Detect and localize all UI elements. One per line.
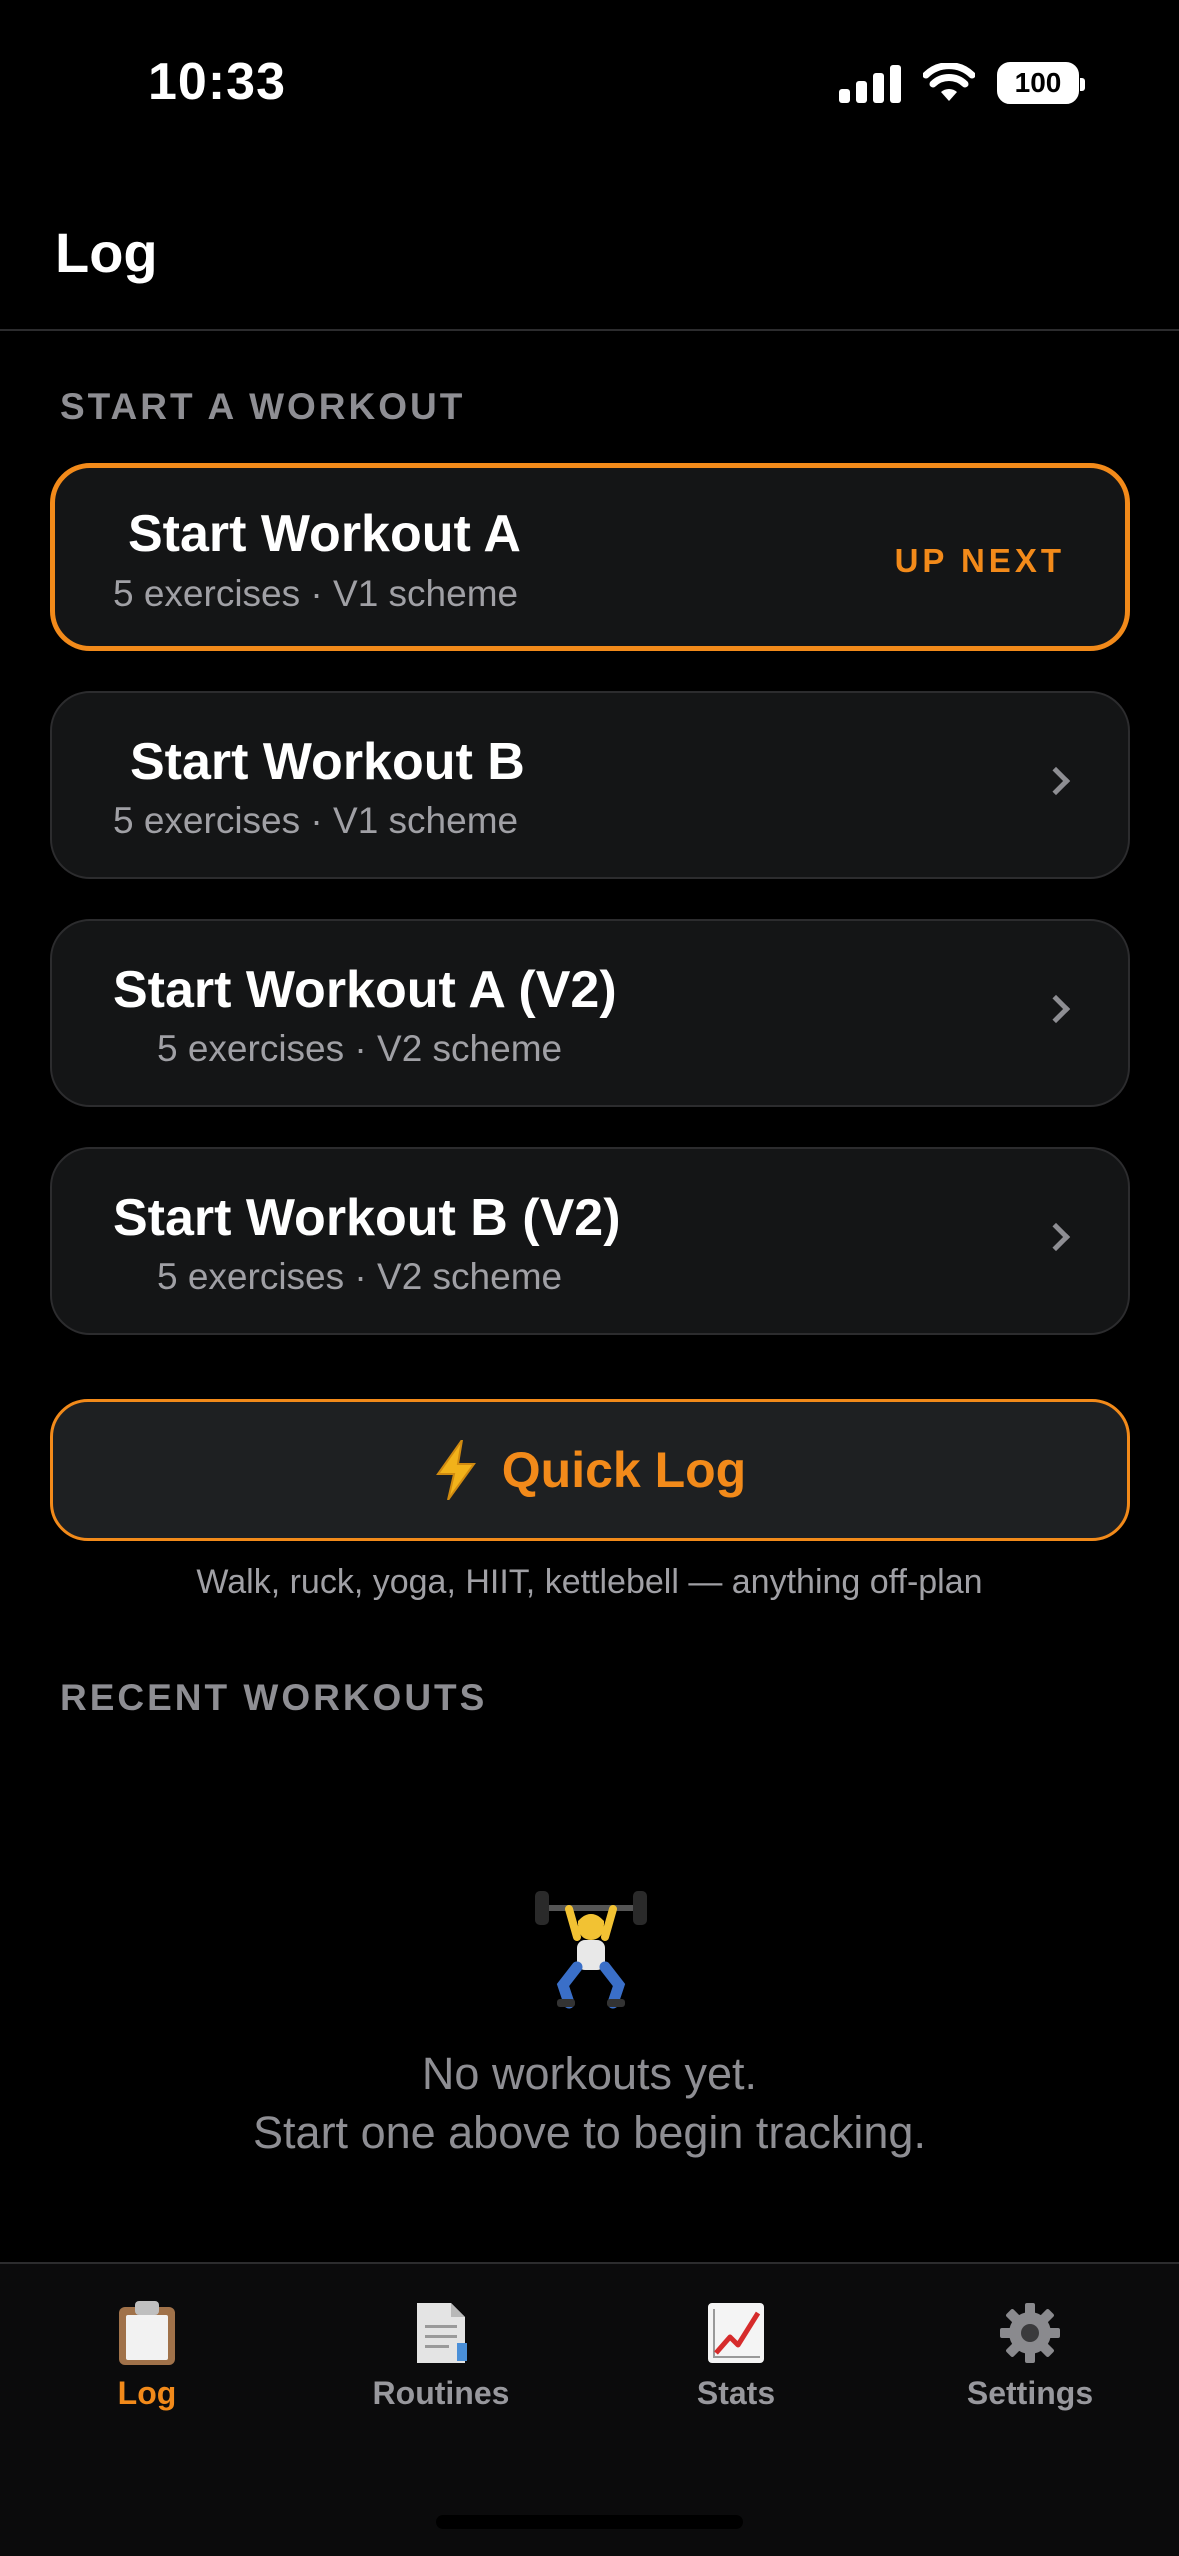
lightning-bolt-icon (435, 1440, 476, 1500)
workout-card-title: Start Workout B (V2) (113, 1189, 621, 1247)
tab-settings[interactable]: Settings (920, 2299, 1140, 2412)
workout-card-subtitle: 5 exercises · V2 scheme (157, 1256, 563, 1297)
home-indicator[interactable] (436, 2515, 743, 2529)
chevron-right-icon (1041, 766, 1071, 796)
workout-card-a-v2[interactable]: Start Workout A (V2) 5 exercises · V2 sc… (50, 919, 1130, 1107)
gear-icon (1000, 2303, 1060, 2363)
chart-icon (708, 2303, 764, 2363)
up-next-badge: UP NEXT (894, 542, 1065, 579)
header-divider (0, 329, 1179, 331)
workout-card-title: Start Workout A (128, 505, 521, 563)
document-icon (417, 2303, 467, 2363)
chevron-right-icon (1041, 994, 1071, 1024)
workout-card-title: Start Workout A (V2) (113, 961, 617, 1019)
workout-card-subtitle: 5 exercises · V2 scheme (157, 1028, 563, 1069)
quick-log-button[interactable]: Quick Log (50, 1399, 1130, 1541)
battery-level: 100 (1014, 67, 1062, 98)
tab-stats[interactable]: Stats (626, 2299, 846, 2412)
section-label-recent: RECENT WORKOUTS (60, 1677, 488, 1718)
workout-card-subtitle: 5 exercises · V1 scheme (113, 800, 519, 841)
tab-routines[interactable]: Routines (331, 2299, 551, 2412)
status-time: 10:33 (148, 53, 286, 111)
status-icons: 100 (839, 62, 1085, 104)
battery-icon: 100 (997, 62, 1085, 104)
tab-label: Stats (696, 2375, 776, 2411)
clipboard-icon (119, 2301, 175, 2365)
tab-bar: Log Routines Stats Settings (0, 2262, 1179, 2556)
quick-log-hint: Walk, ruck, yoga, HIIT, kettlebell — any… (196, 1563, 983, 1601)
status-bar: 10:33 100 (0, 0, 1179, 175)
tab-label: Log (117, 2375, 177, 2411)
empty-state-subtitle: Start one above to begin tracking. (253, 2107, 926, 2158)
empty-state-title: No workouts yet. (421, 2048, 758, 2099)
tab-label: Settings (966, 2375, 1094, 2411)
chevron-right-icon (1041, 1222, 1071, 1252)
tab-log[interactable]: Log (37, 2299, 257, 2412)
workout-card-subtitle: 5 exercises · V1 scheme (113, 573, 519, 614)
workout-card-b[interactable]: Start Workout B 5 exercises · V1 scheme (50, 691, 1130, 879)
cellular-signal-icon (839, 63, 901, 103)
weightlifter-icon (535, 1891, 647, 2009)
page-title: Log (55, 221, 158, 284)
workout-card-b-v2[interactable]: Start Workout B (V2) 5 exercises · V2 sc… (50, 1147, 1130, 1335)
section-label-start: START A WORKOUT (60, 386, 466, 427)
log-screen: 10:33 100 Log START A WORKOUT Start Work… (0, 0, 1179, 2556)
tab-label: Routines (372, 2375, 510, 2411)
workout-card-a[interactable]: Start Workout A 5 exercises · V1 scheme … (50, 463, 1130, 651)
workout-card-title: Start Workout B (130, 733, 525, 791)
wifi-icon (923, 63, 975, 101)
quick-log-label: Quick Log (501, 1442, 747, 1498)
